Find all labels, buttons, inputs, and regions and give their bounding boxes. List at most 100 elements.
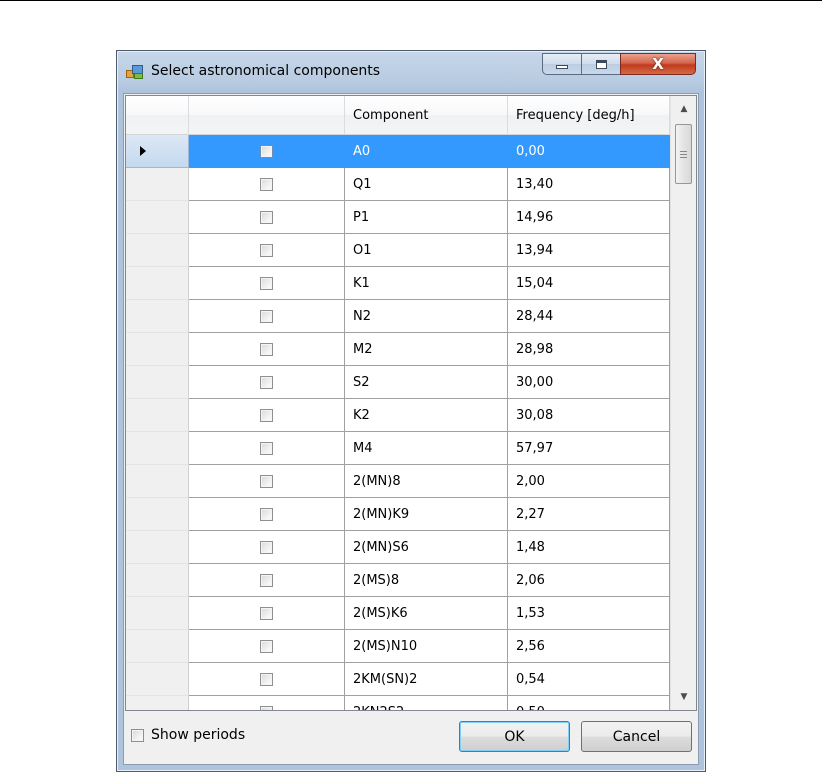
header-row-selector[interactable] <box>126 96 189 135</box>
component-cell[interactable]: 2(MN)S6 <box>345 531 508 564</box>
component-cell[interactable]: N2 <box>345 300 508 333</box>
row-checkbox[interactable] <box>260 375 273 389</box>
row-checkbox[interactable] <box>260 342 273 356</box>
table-row[interactable]: K1 15,04 <box>126 267 670 300</box>
row-checkbox[interactable] <box>260 507 273 521</box>
frequency-cell[interactable]: 28,44 <box>508 300 670 333</box>
frequency-cell[interactable]: 0,54 <box>508 663 670 696</box>
select-cell[interactable] <box>189 366 345 399</box>
header-component[interactable]: Component <box>345 96 508 135</box>
frequency-cell[interactable]: 1,53 <box>508 597 670 630</box>
row-checkbox[interactable] <box>260 573 273 587</box>
row-checkbox[interactable] <box>260 144 273 158</box>
row-header[interactable] <box>126 432 189 465</box>
table-row[interactable]: A0 0,00 <box>126 135 670 168</box>
table-row[interactable]: 2KN2S20,50 <box>126 696 670 710</box>
table-row[interactable]: 2(MN)K9 2,27 <box>126 498 670 531</box>
component-cell[interactable]: S2 <box>345 366 508 399</box>
component-cell[interactable]: M4 <box>345 432 508 465</box>
row-header[interactable] <box>126 234 189 267</box>
component-cell[interactable]: 2(MS)N10 <box>345 630 508 663</box>
minimize-button[interactable] <box>542 53 582 75</box>
select-cell[interactable] <box>189 465 345 498</box>
component-cell[interactable]: M2 <box>345 333 508 366</box>
row-checkbox[interactable] <box>260 441 273 455</box>
row-header[interactable] <box>126 531 189 564</box>
frequency-cell[interactable]: 13,94 <box>508 234 670 267</box>
row-header[interactable] <box>126 399 189 432</box>
row-checkbox[interactable] <box>260 705 273 710</box>
table-row[interactable]: P1 14,96 <box>126 201 670 234</box>
select-cell[interactable] <box>189 333 345 366</box>
frequency-cell[interactable]: 14,96 <box>508 201 670 234</box>
row-header[interactable] <box>126 597 189 630</box>
header-select-column[interactable] <box>189 96 345 135</box>
select-cell[interactable] <box>189 498 345 531</box>
select-cell[interactable] <box>189 399 345 432</box>
component-cell[interactable]: 2(MN)K9 <box>345 498 508 531</box>
row-header[interactable] <box>126 366 189 399</box>
select-cell[interactable] <box>189 663 345 696</box>
select-cell[interactable] <box>189 597 345 630</box>
row-header[interactable] <box>126 135 189 168</box>
row-checkbox[interactable] <box>260 177 273 191</box>
select-cell[interactable] <box>189 267 345 300</box>
table-row[interactable]: Q1 13,40 <box>126 168 670 201</box>
component-cell[interactable]: 2(MS)8 <box>345 564 508 597</box>
component-cell[interactable]: A0 <box>345 135 508 168</box>
select-cell[interactable] <box>189 630 345 663</box>
header-frequency[interactable]: Frequency [deg/h] <box>508 96 670 135</box>
table-row[interactable]: K2 30,08 <box>126 399 670 432</box>
frequency-cell[interactable]: 15,04 <box>508 267 670 300</box>
row-checkbox[interactable] <box>260 243 273 257</box>
row-header[interactable] <box>126 201 189 234</box>
frequency-cell[interactable]: 0,50 <box>508 696 670 710</box>
select-cell[interactable] <box>189 135 345 168</box>
select-cell[interactable] <box>189 531 345 564</box>
component-cell[interactable]: 2KM(SN)2 <box>345 663 508 696</box>
select-cell[interactable] <box>189 201 345 234</box>
frequency-cell[interactable]: 13,40 <box>508 168 670 201</box>
table-row[interactable]: 2(MN)S6 1,48 <box>126 531 670 564</box>
row-header[interactable] <box>126 267 189 300</box>
select-cell[interactable] <box>189 564 345 597</box>
component-cell[interactable]: 2(MS)K6 <box>345 597 508 630</box>
title-bar[interactable]: Select astronomical components X <box>117 51 705 93</box>
table-row[interactable]: 2(MS)K6 1,53 <box>126 597 670 630</box>
row-header[interactable] <box>126 300 189 333</box>
row-header[interactable] <box>126 564 189 597</box>
component-cell[interactable]: 2KN2S2 <box>345 696 508 710</box>
frequency-cell[interactable]: 2,27 <box>508 498 670 531</box>
row-checkbox[interactable] <box>260 408 273 422</box>
row-header[interactable] <box>126 465 189 498</box>
component-cell[interactable]: O1 <box>345 234 508 267</box>
frequency-cell[interactable]: 57,97 <box>508 432 670 465</box>
scrollbar-thumb[interactable] <box>675 124 692 184</box>
table-row[interactable]: M2 28,98 <box>126 333 670 366</box>
app-icon[interactable] <box>126 64 144 80</box>
maximize-button[interactable] <box>581 53 621 75</box>
row-header[interactable] <box>126 696 189 710</box>
frequency-cell[interactable]: 2,06 <box>508 564 670 597</box>
row-checkbox[interactable] <box>260 540 273 554</box>
row-header[interactable] <box>126 333 189 366</box>
scroll-up-button[interactable]: ▲ <box>671 96 696 122</box>
cancel-button[interactable]: Cancel <box>581 721 692 752</box>
table-row[interactable]: 2(MS)N10 2,56 <box>126 630 670 663</box>
table-row[interactable]: O1 13,94 <box>126 234 670 267</box>
component-cell[interactable]: P1 <box>345 201 508 234</box>
select-cell[interactable] <box>189 168 345 201</box>
row-header[interactable] <box>126 630 189 663</box>
close-button[interactable]: X <box>620 53 696 75</box>
frequency-cell[interactable]: 30,08 <box>508 399 670 432</box>
table-row[interactable]: 2KM(SN)2 0,54 <box>126 663 670 696</box>
show-periods-checkbox[interactable]: Show periods <box>131 727 245 743</box>
frequency-cell[interactable]: 0,00 <box>508 135 670 168</box>
row-checkbox[interactable] <box>260 672 273 686</box>
row-header[interactable] <box>126 498 189 531</box>
row-checkbox[interactable] <box>260 639 273 653</box>
select-cell[interactable] <box>189 234 345 267</box>
row-checkbox[interactable] <box>260 474 273 488</box>
table-row[interactable]: 2(MS)8 2,06 <box>126 564 670 597</box>
row-header[interactable] <box>126 663 189 696</box>
